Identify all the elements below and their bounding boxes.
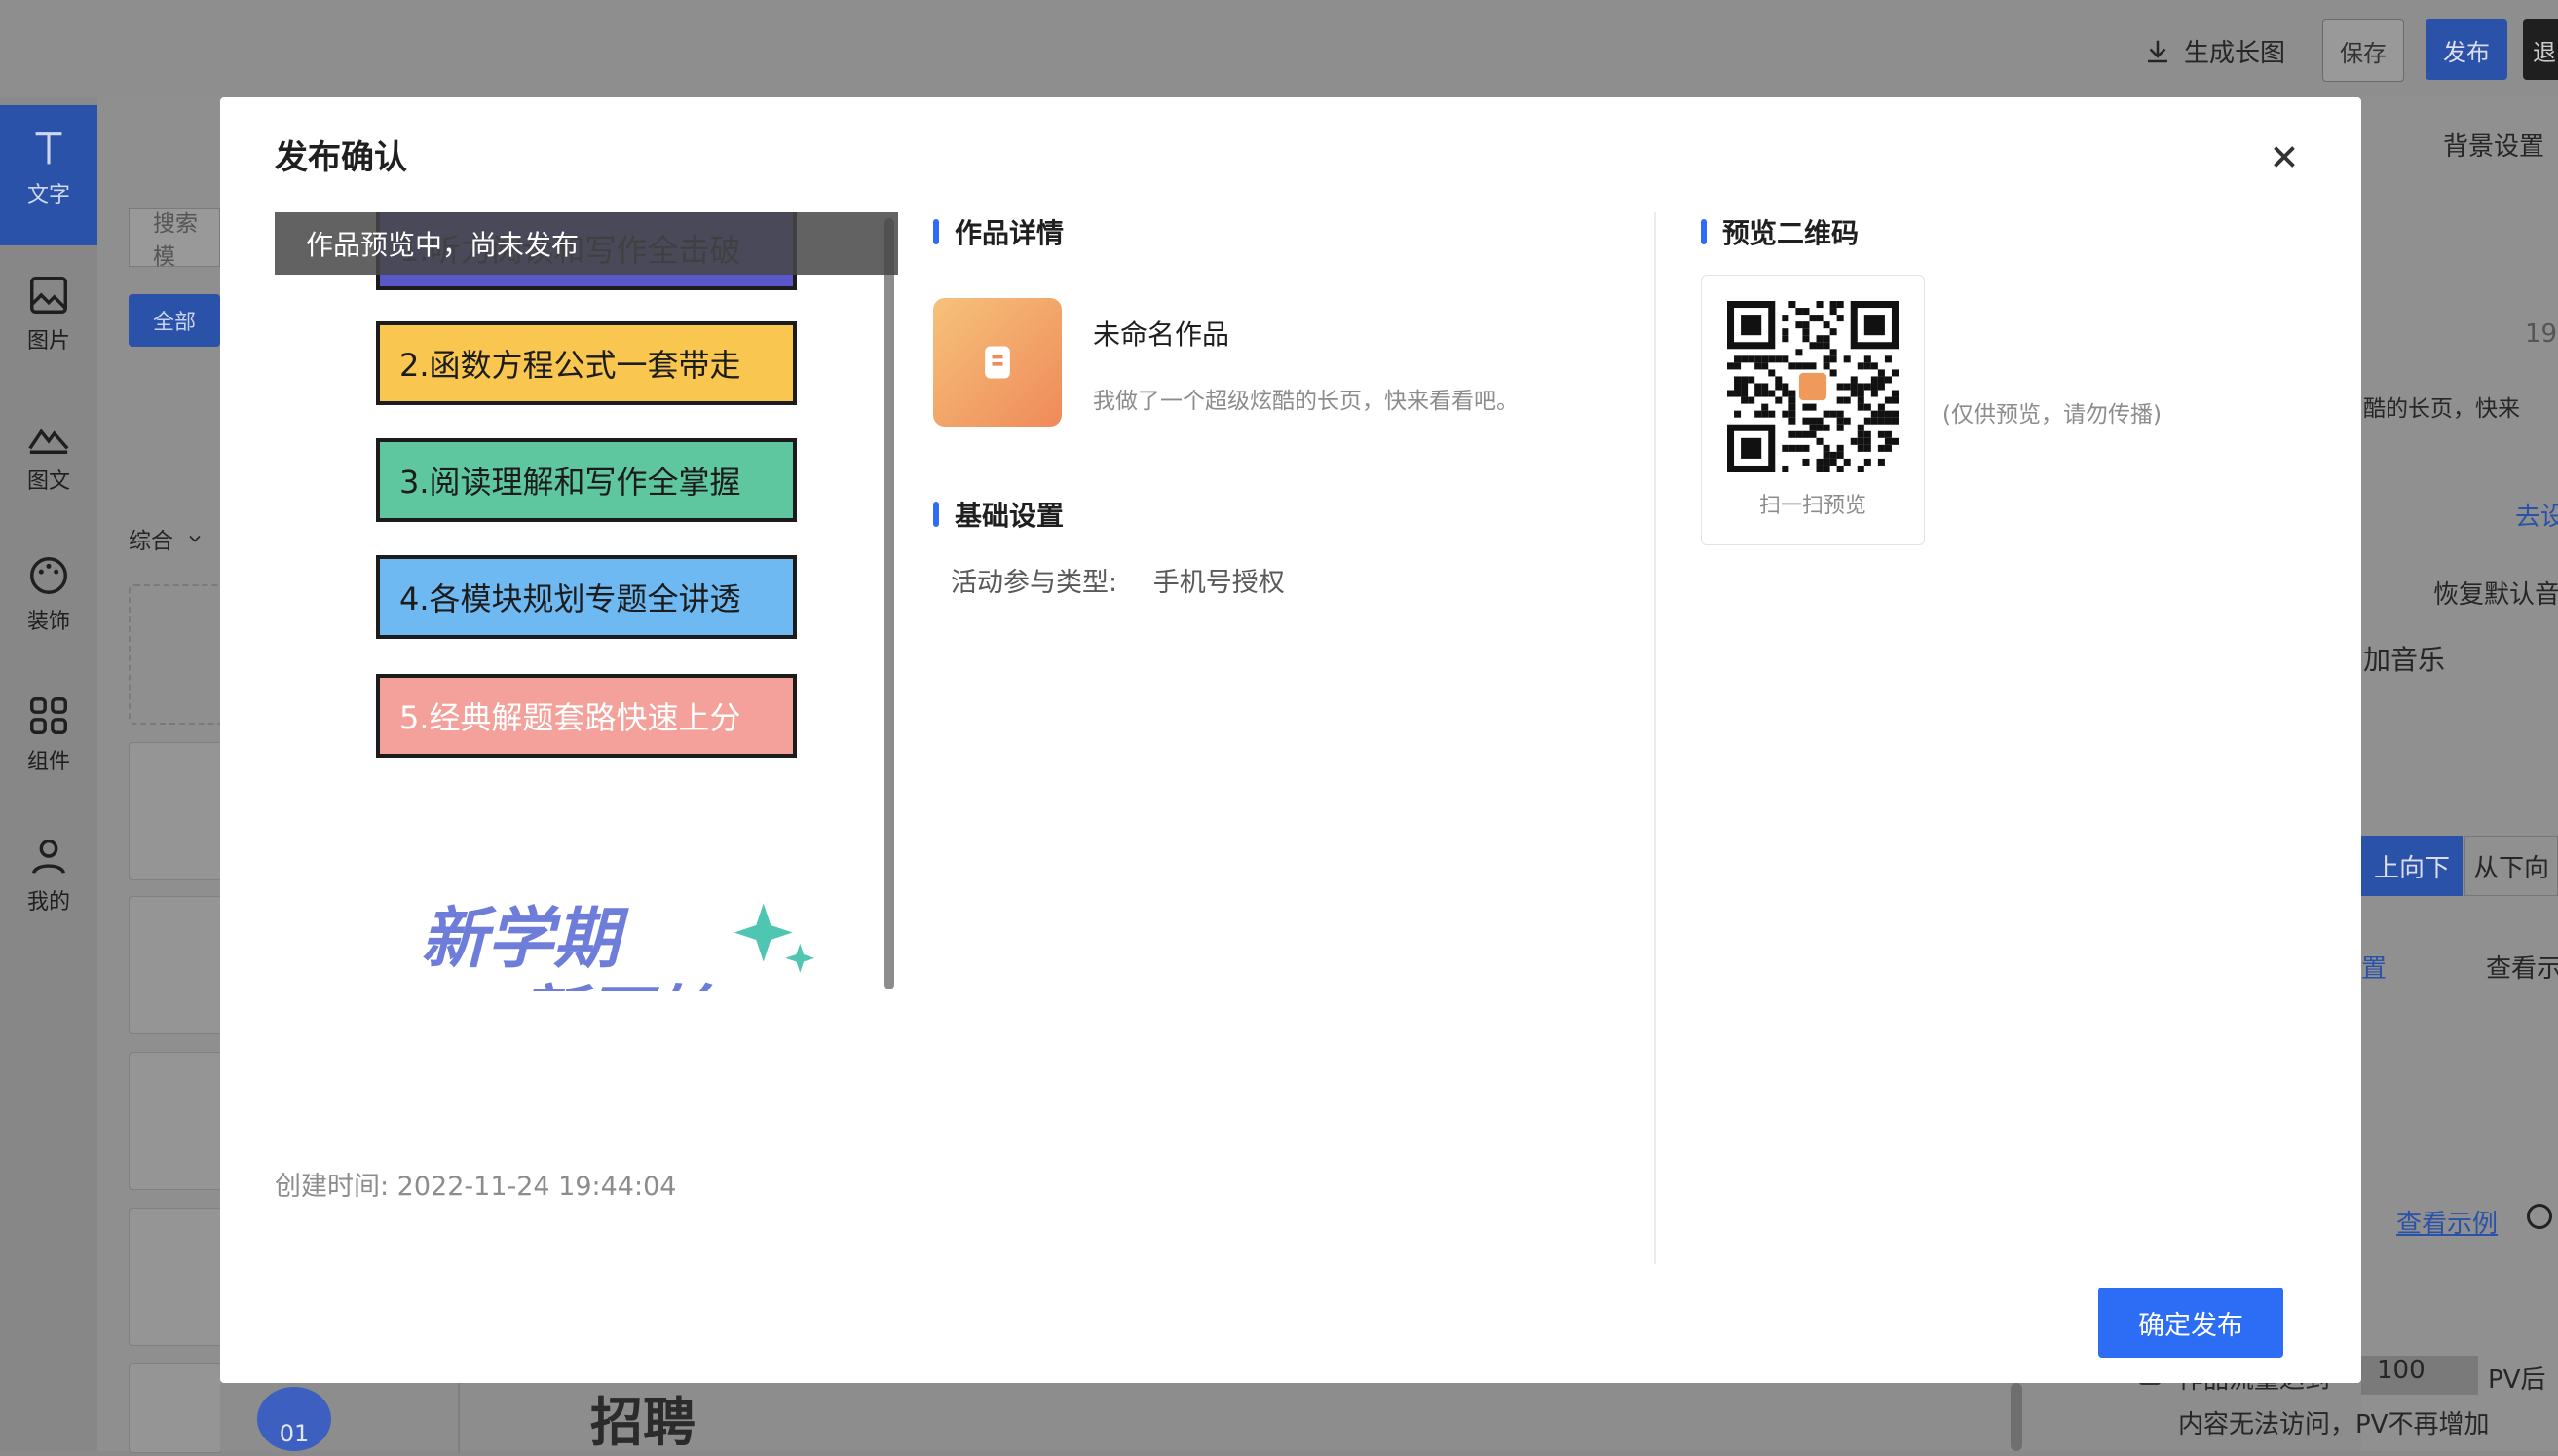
preview-card: 3.阅读理解和写作全掌握	[376, 438, 810, 536]
modal-title: 发布确认	[275, 138, 407, 177]
view-example-link[interactable]: 查看示	[2486, 949, 2558, 985]
direction-top-down-button[interactable]: 上向下	[2361, 836, 2463, 896]
sidebar-item-decoration[interactable]: 装饰	[0, 553, 97, 635]
sidebar-item-image-text[interactable]: 图文	[0, 413, 97, 495]
created-time: 创建时间: 2022-11-24 19:44:04	[275, 1172, 677, 1202]
chevron-down-icon	[189, 535, 201, 542]
restore-default-music-button[interactable]: 恢复默认音	[2433, 575, 2558, 611]
image-icon	[30, 277, 67, 314]
qr-heading: 预览二维码	[1701, 212, 1859, 251]
basic-settings-heading: 基础设置	[933, 495, 1064, 534]
preview-card-text: 2.函数方程公式一套带走	[399, 347, 741, 384]
download-icon	[2148, 40, 2167, 62]
template-thumb[interactable]	[129, 1363, 222, 1453]
close-icon[interactable]	[2266, 138, 2303, 175]
save-button[interactable]: 保存	[2322, 19, 2404, 82]
palette-icon	[30, 557, 67, 594]
template-thumb[interactable]	[129, 896, 222, 1034]
document-icon	[985, 346, 1010, 379]
qr-caption: 扫一扫预览	[1758, 494, 1866, 518]
preview-scrollbar[interactable]	[884, 218, 894, 989]
pv-threshold-input[interactable]: 100	[2361, 1356, 2478, 1395]
qr-code-card: 扫一扫预览	[1701, 275, 1925, 545]
sort-dropdown[interactable]: 综合	[129, 522, 205, 555]
generate-long-image-button[interactable]: 生成长图	[2143, 33, 2285, 69]
qr-note: (仅供预览，请勿传播)	[1942, 402, 2162, 428]
activity-type-row: 活动参与类型: 手机号授权	[951, 561, 1285, 599]
number-badge: 01	[257, 1387, 331, 1451]
direction-bottom-up-button[interactable]: 从下向	[2464, 836, 2558, 896]
pv-note: 内容无法访问，PV不再增加	[2178, 1410, 2490, 1439]
background-settings-tab[interactable]: 背景设置	[2443, 127, 2544, 163]
desc-snippet: 酷的长页，快来	[2363, 396, 2520, 422]
publish-confirm-modal: 发布确认 作品预览中，尚未发布 1.听力阅读和写作全击破2.函数方程公式一套带走…	[220, 97, 2361, 1383]
preview-card: 2.函数方程公式一套带走	[376, 321, 810, 419]
preview-banner: 作品预览中，尚未发布	[275, 212, 898, 275]
section-bar	[933, 502, 939, 527]
text-icon	[35, 132, 62, 165]
mountain-icon	[28, 429, 69, 454]
template-thumb[interactable]	[129, 742, 222, 880]
generate-long-image-label: 生成长图	[2184, 39, 2286, 68]
section-bar	[933, 219, 939, 244]
work-thumbnail	[933, 298, 1062, 427]
canvas-scrollbar[interactable]	[2011, 1383, 2022, 1451]
template-thumb[interactable]	[129, 1208, 222, 1346]
publish-button[interactable]: 发布	[2426, 19, 2507, 80]
divider-line	[458, 1383, 460, 1453]
work-detail-heading: 作品详情	[933, 212, 1064, 251]
toggle-switch[interactable]	[2527, 1204, 2552, 1229]
confirm-publish-button[interactable]: 确定发布	[2098, 1288, 2283, 1358]
work-name: 未命名作品	[1093, 318, 1230, 351]
filter-all-button[interactable]: 全部	[129, 294, 220, 347]
recruit-text: 招聘	[590, 1392, 696, 1453]
view-example-link-2[interactable]: 查看示例	[2396, 1204, 2498, 1240]
template-thumb[interactable]	[129, 1052, 222, 1190]
activity-type-label: 活动参与类型:	[951, 568, 1118, 598]
preview-card-text: 4.各模块规划专题全讲透	[399, 580, 741, 617]
user-icon	[31, 839, 66, 875]
work-description: 我做了一个超级炫酷的长页，快来看看吧。	[1093, 389, 1519, 414]
sidebar-item-text[interactable]: 文字	[0, 127, 97, 208]
preview-card-text: 5.经典解题套路快速上分	[399, 699, 741, 736]
slogan-line-2: 新开始	[518, 962, 717, 991]
section-bar	[1701, 219, 1707, 244]
work-preview[interactable]: 作品预览中，尚未发布 1.听力阅读和写作全击破2.函数方程公式一套带走3.阅读理…	[275, 212, 898, 991]
right-settings-panel	[2361, 97, 2558, 1451]
add-music-button[interactable]: 加音乐	[2363, 639, 2445, 678]
template-upload-box[interactable]	[129, 584, 224, 725]
pv-suffix-label: PV后	[2488, 1365, 2546, 1395]
settings-number: 19	[2525, 319, 2558, 349]
sidebar-item-image[interactable]: 图片	[0, 273, 97, 355]
preview-card: 5.经典解题套路快速上分	[376, 674, 810, 771]
canvas-area	[220, 1383, 2361, 1451]
qr-code[interactable]	[1727, 301, 1899, 472]
preview-card: 4.各模块规划专题全讲透	[376, 555, 810, 653]
sparkle-icon	[734, 903, 815, 973]
activity-type-value: 手机号授权	[1152, 568, 1285, 598]
exit-button[interactable]: 退	[2523, 19, 2558, 80]
column-divider	[1654, 212, 1656, 1264]
template-search-input[interactable]: 搜索模	[129, 208, 220, 270]
sidebar-item-components[interactable]: 组件	[0, 693, 97, 775]
preview-card-text: 3.阅读理解和写作全掌握	[399, 464, 741, 501]
settings-link[interactable]: 置	[2361, 949, 2387, 985]
components-icon	[30, 697, 67, 734]
sidebar-item-mine[interactable]: 我的	[0, 834, 97, 915]
go-settings-link[interactable]: 去设	[2515, 497, 2558, 533]
